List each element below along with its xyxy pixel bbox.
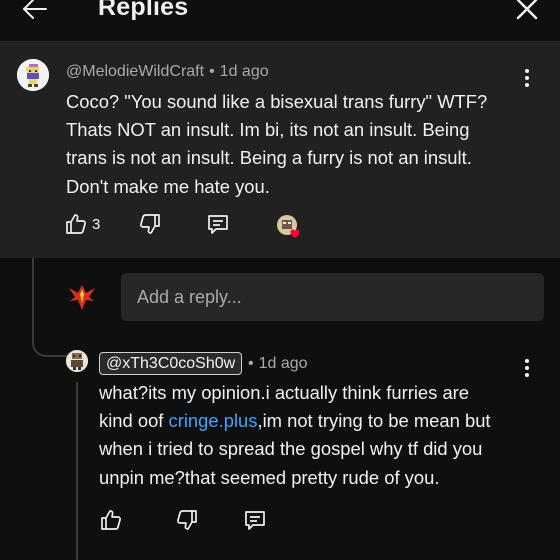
back-button[interactable]	[18, 0, 52, 26]
comment-author[interactable]: @MelodieWildCraft	[66, 63, 204, 80]
comment-icon	[208, 215, 229, 234]
like-count: 3	[92, 215, 101, 233]
close-button[interactable]	[510, 0, 544, 26]
thumbs-down-icon	[177, 510, 197, 530]
comment-text: Coco? "You sound like a bisexual trans f…	[66, 88, 536, 201]
creator-heart-badge	[276, 214, 302, 240]
page-title: Replies	[98, 0, 189, 21]
dislike-button[interactable]	[138, 212, 162, 236]
meta-separator: •	[209, 63, 215, 80]
more-vert-icon	[525, 359, 529, 363]
dislike-button[interactable]	[175, 508, 199, 532]
comment-text-line: what?its my opinion.i actually think fur…	[99, 382, 470, 403]
my-avatar[interactable]	[64, 279, 100, 315]
comment-icon	[245, 511, 265, 530]
comment-text-line: unpin me?that seemed pretty rude of you.	[99, 466, 440, 488]
mention-chip[interactable]: @xTh3C0coSh0w	[99, 352, 243, 375]
thumbs-up-icon	[66, 214, 86, 234]
comment-text-segment: ,im not trying to be mean but	[257, 410, 491, 432]
link-cringe-plus[interactable]: cringe.plus	[169, 410, 258, 431]
meta-separator: •	[248, 355, 254, 372]
comment-actions: 3	[64, 212, 230, 236]
reply-button[interactable]	[206, 212, 230, 236]
reply-button[interactable]	[243, 508, 267, 532]
close-icon	[516, 0, 538, 20]
reply-text: what?its my opinion.i actually think fur…	[99, 379, 529, 492]
comment-menu-button[interactable]	[517, 355, 537, 381]
more-vert-icon	[525, 69, 529, 73]
comment-text-line: Thats NOT an insult. Im bi, its not an i…	[66, 119, 470, 141]
reply-actions	[99, 508, 267, 532]
comment-text-line: kind oof cringe.plus,im not trying to be…	[99, 407, 529, 435]
thumbs-up-icon	[101, 510, 121, 530]
avatar[interactable]	[17, 59, 49, 91]
add-reply-input[interactable]	[121, 273, 544, 321]
pixel-character-avatar-icon	[17, 59, 49, 91]
comment-text-line: trans is not an insult. Being a furry is…	[66, 147, 472, 169]
thumbs-down-icon	[140, 214, 161, 234]
comment-text-line: when i tried to spread the gospel why tf…	[99, 438, 483, 460]
arrow-left-icon	[23, 0, 47, 19]
like-button[interactable]	[99, 508, 123, 532]
phoenix-avatar-icon	[64, 279, 100, 315]
comment-text-segment: kind oof	[99, 410, 169, 432]
header: Replies	[0, 0, 560, 40]
reply-thread-line	[76, 382, 78, 560]
parent-comment: @MelodieWildCraft • 1d ago Coco? "You soun…	[0, 41, 560, 258]
comment-time: 1d ago	[219, 63, 269, 80]
comment-text-line: Coco? "You sound like a bisexual trans f…	[66, 91, 488, 112]
comment-time: 1d ago	[258, 355, 308, 372]
like-button[interactable]: 3	[64, 212, 100, 236]
comment-meta: • 1d ago	[248, 355, 308, 373]
avatar[interactable]	[66, 350, 88, 372]
comment-meta: @MelodieWildCraft • 1d ago	[66, 63, 269, 81]
pixel-character-avatar-icon	[66, 350, 88, 372]
comment-text-line: Don't make me hate you.	[66, 175, 270, 197]
creator-avatar-heart-icon	[277, 215, 300, 238]
